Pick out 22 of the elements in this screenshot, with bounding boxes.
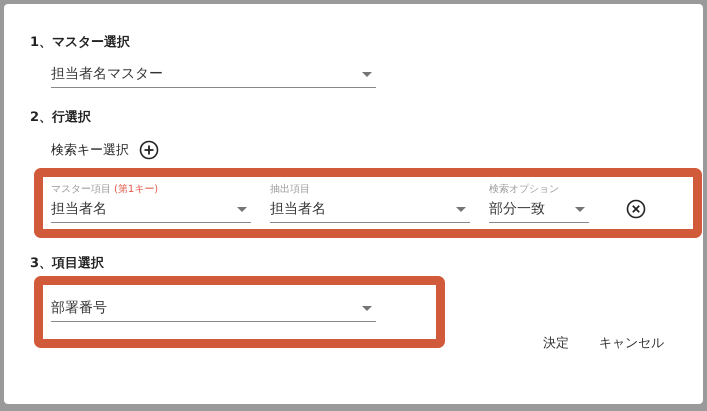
- caret-icon: [362, 72, 372, 76]
- field-select[interactable]: 担当者名: [270, 196, 470, 223]
- field-note: (第1キー): [114, 183, 158, 196]
- caret-icon: [575, 206, 585, 212]
- section-heading: 2、行選択: [30, 109, 92, 126]
- section-heading: 1、マスター選択: [30, 34, 132, 51]
- field-label: 抽出項目: [270, 182, 310, 196]
- caret-icon: [237, 206, 247, 212]
- cancel-button[interactable]: キャンセル: [591, 330, 672, 356]
- field-select[interactable]: 部分一致: [489, 196, 589, 223]
- caret-icon: [362, 306, 372, 310]
- add-icon[interactable]: [139, 140, 159, 160]
- remove-icon[interactable]: [626, 199, 646, 219]
- master-select[interactable]: 担当者名マスター: [51, 61, 376, 88]
- caret-icon: [456, 206, 466, 212]
- item-select[interactable]: 部署番号: [51, 295, 376, 322]
- field-label: マスター項目: [51, 183, 111, 196]
- search-key-label: 検索キー選択: [51, 142, 129, 159]
- field-select[interactable]: 担当者名: [51, 196, 251, 223]
- confirm-button[interactable]: 決定: [535, 330, 577, 356]
- field-label: 検索オプション: [489, 182, 559, 196]
- section-heading: 3、項目選択: [30, 255, 106, 272]
